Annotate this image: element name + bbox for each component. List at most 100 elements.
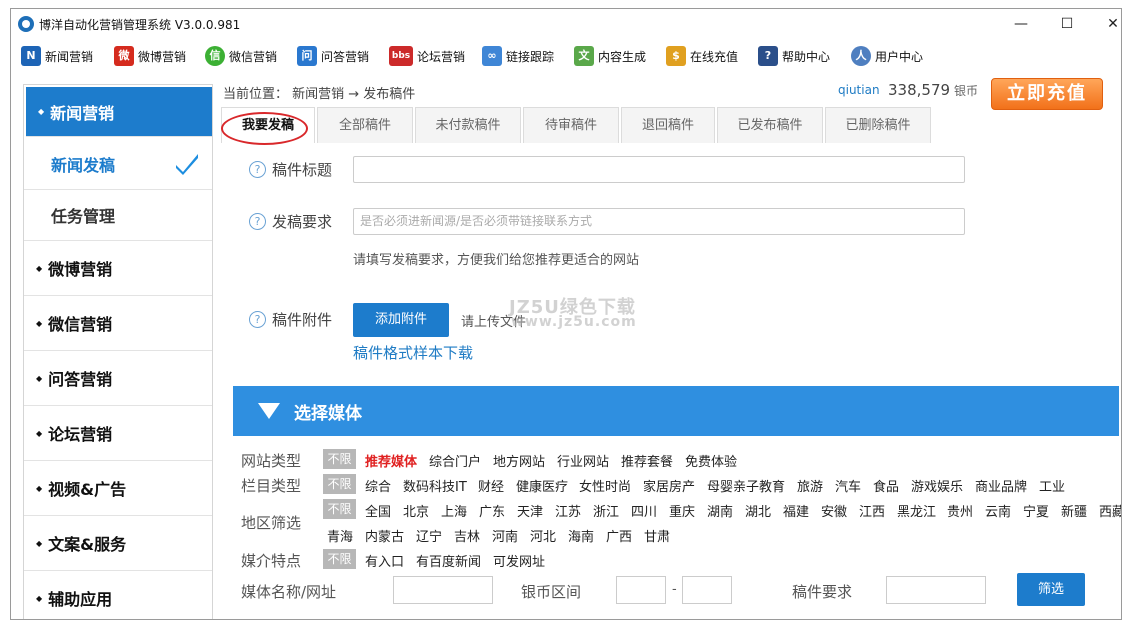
add-attachment-button[interactable]: 添加附件 bbox=[353, 303, 449, 337]
feature-option[interactable]: 有百度新闻 bbox=[416, 551, 481, 570]
column-type-option[interactable]: 家居房产 bbox=[643, 476, 695, 495]
region-option[interactable]: 北京 bbox=[403, 501, 429, 520]
column-type-option[interactable]: 旅游 bbox=[797, 476, 823, 495]
region-option[interactable]: 海南 bbox=[568, 526, 594, 545]
column-type-option[interactable]: 财经 bbox=[478, 476, 504, 495]
unlimited-tag[interactable]: 不限 bbox=[323, 474, 356, 494]
tab-all-manuscripts[interactable]: 全部稿件 bbox=[317, 107, 413, 143]
tab-deleted[interactable]: 已删除稿件 bbox=[825, 107, 931, 143]
toolbar-user-center[interactable]: 人 用户中心 bbox=[851, 45, 923, 67]
region-option[interactable]: 江西 bbox=[859, 501, 885, 520]
region-option[interactable]: 河南 bbox=[492, 526, 518, 545]
region-option[interactable]: 湖南 bbox=[707, 501, 733, 520]
sidebar-item-news-submission[interactable]: 新闻发稿 bbox=[24, 139, 212, 190]
region-option[interactable]: 四川 bbox=[631, 501, 657, 520]
unlimited-tag[interactable]: 不限 bbox=[323, 449, 356, 469]
requirements-input[interactable]: 是否必须进新闻源/是否必须带链接联系方式 bbox=[353, 208, 965, 235]
sidebar-item-auxiliary-apps[interactable]: ◆ 辅助应用 bbox=[24, 571, 212, 619]
toolbar-online-recharge[interactable]: $ 在线充值 bbox=[666, 45, 738, 67]
tab-unpaid[interactable]: 未付款稿件 bbox=[415, 107, 521, 143]
tab-pending-review[interactable]: 待审稿件 bbox=[523, 107, 619, 143]
filter-button[interactable]: 筛选 bbox=[1017, 573, 1085, 606]
media-name-input[interactable] bbox=[393, 576, 493, 604]
tab-published[interactable]: 已发布稿件 bbox=[717, 107, 823, 143]
diamond-bullet-icon: ◆ bbox=[38, 107, 45, 116]
help-question-icon[interactable]: ? bbox=[249, 311, 266, 328]
region-option[interactable]: 内蒙古 bbox=[365, 526, 404, 545]
sidebar-item-bbs-marketing[interactable]: ◆ 论坛营销 bbox=[24, 406, 212, 461]
region-option[interactable]: 湖北 bbox=[745, 501, 771, 520]
region-option[interactable]: 吉林 bbox=[454, 526, 480, 545]
sidebar-item-video-ads[interactable]: ◆ 视频&广告 bbox=[24, 461, 212, 516]
sidebar-item-news-marketing[interactable]: ◆ 新闻营销 bbox=[26, 87, 212, 137]
site-type-option[interactable]: 免费体验 bbox=[685, 451, 737, 470]
site-type-label: 网站类型 bbox=[241, 452, 302, 470]
site-type-option[interactable]: 地方网站 bbox=[493, 451, 545, 470]
column-type-option[interactable]: 数码科技IT bbox=[403, 476, 467, 495]
region-option[interactable]: 上海 bbox=[441, 501, 467, 520]
toolbar-qa-marketing[interactable]: 问 问答营销 bbox=[297, 45, 369, 67]
tab-returned[interactable]: 退回稿件 bbox=[621, 107, 715, 143]
region-option[interactable]: 重庆 bbox=[669, 501, 695, 520]
sidebar-item-task-management[interactable]: 任务管理 bbox=[24, 190, 212, 241]
sidebar-item-wechat-marketing[interactable]: ◆ 微信营销 bbox=[24, 296, 212, 351]
sidebar-item-weibo-marketing[interactable]: ◆ 微博营销 bbox=[24, 241, 212, 296]
region-option[interactable]: 全国 bbox=[365, 501, 391, 520]
region-option[interactable]: 天津 bbox=[517, 501, 543, 520]
column-type-option[interactable]: 游戏娱乐 bbox=[911, 476, 963, 495]
sidebar-item-qa-marketing[interactable]: ◆ 问答营销 bbox=[24, 351, 212, 406]
unlimited-tag[interactable]: 不限 bbox=[323, 499, 356, 519]
column-type-option[interactable]: 食品 bbox=[873, 476, 899, 495]
feature-option[interactable]: 可发网址 bbox=[493, 551, 545, 570]
column-type-option[interactable]: 工业 bbox=[1039, 476, 1065, 495]
column-type-option[interactable]: 健康医疗 bbox=[516, 476, 568, 495]
select-media-header[interactable]: 选择媒体 bbox=[233, 386, 1119, 436]
help-question-icon[interactable]: ? bbox=[249, 213, 266, 230]
toolbar-bbs-marketing[interactable]: bbs 论坛营销 bbox=[389, 45, 465, 67]
region-option[interactable]: 黑龙江 bbox=[897, 501, 936, 520]
region-option[interactable]: 江苏 bbox=[555, 501, 581, 520]
maximize-button[interactable]: ☐ bbox=[1047, 12, 1087, 36]
sidebar-item-copywriting-services[interactable]: ◆ 文案&服务 bbox=[24, 516, 212, 571]
region-option[interactable]: 宁夏 bbox=[1023, 501, 1049, 520]
region-option[interactable]: 安徽 bbox=[821, 501, 847, 520]
column-type-option[interactable]: 母婴亲子教育 bbox=[707, 476, 785, 495]
region-option[interactable]: 广东 bbox=[479, 501, 505, 520]
sample-download-link[interactable]: 稿件格式样本下载 bbox=[353, 342, 473, 363]
minimize-button[interactable]: — bbox=[1001, 12, 1041, 36]
title-input[interactable] bbox=[353, 156, 965, 183]
region-option[interactable]: 辽宁 bbox=[416, 526, 442, 545]
manuscript-req-input[interactable] bbox=[886, 576, 986, 604]
toolbar-help-center[interactable]: ? 帮助中心 bbox=[758, 45, 830, 67]
region-option[interactable]: 新疆 bbox=[1061, 501, 1087, 520]
column-type-option[interactable]: 汽车 bbox=[835, 476, 861, 495]
feature-option[interactable]: 有入口 bbox=[365, 551, 404, 570]
region-option[interactable]: 云南 bbox=[985, 501, 1011, 520]
region-option[interactable]: 青海 bbox=[327, 526, 353, 545]
site-type-option[interactable]: 综合门户 bbox=[429, 451, 481, 470]
region-option[interactable]: 广西 bbox=[606, 526, 632, 545]
close-button[interactable]: ✕ bbox=[1093, 12, 1121, 36]
unlimited-tag[interactable]: 不限 bbox=[323, 549, 356, 569]
column-type-option[interactable]: 商业品牌 bbox=[975, 476, 1027, 495]
toolbar-news-marketing[interactable]: N 新闻营销 bbox=[21, 45, 93, 67]
help-question-icon[interactable]: ? bbox=[249, 161, 266, 178]
site-type-option[interactable]: 推荐套餐 bbox=[621, 451, 673, 470]
region-option[interactable]: 福建 bbox=[783, 501, 809, 520]
toolbar-content-generation[interactable]: 文 内容生成 bbox=[574, 45, 646, 67]
column-type-option[interactable]: 女性时尚 bbox=[579, 476, 631, 495]
toolbar-wechat-marketing[interactable]: 信 微信营销 bbox=[205, 45, 277, 67]
coin-min-input[interactable] bbox=[616, 576, 666, 604]
region-option[interactable]: 浙江 bbox=[593, 501, 619, 520]
column-type-option[interactable]: 综合 bbox=[365, 476, 391, 495]
toolbar-weibo-marketing[interactable]: 微 微博营销 bbox=[114, 45, 186, 67]
site-type-option[interactable]: 行业网站 bbox=[557, 451, 609, 470]
region-option[interactable]: 贵州 bbox=[947, 501, 973, 520]
region-option[interactable]: 甘肃 bbox=[644, 526, 670, 545]
coin-max-input[interactable] bbox=[682, 576, 732, 604]
region-option[interactable]: 河北 bbox=[530, 526, 556, 545]
region-option[interactable]: 西藏 bbox=[1099, 501, 1121, 520]
site-type-option[interactable]: 推荐媒体 bbox=[365, 451, 417, 470]
recharge-now-button[interactable]: 立即充值 bbox=[991, 78, 1103, 110]
toolbar-link-tracking[interactable]: ∞ 链接跟踪 bbox=[482, 45, 554, 67]
